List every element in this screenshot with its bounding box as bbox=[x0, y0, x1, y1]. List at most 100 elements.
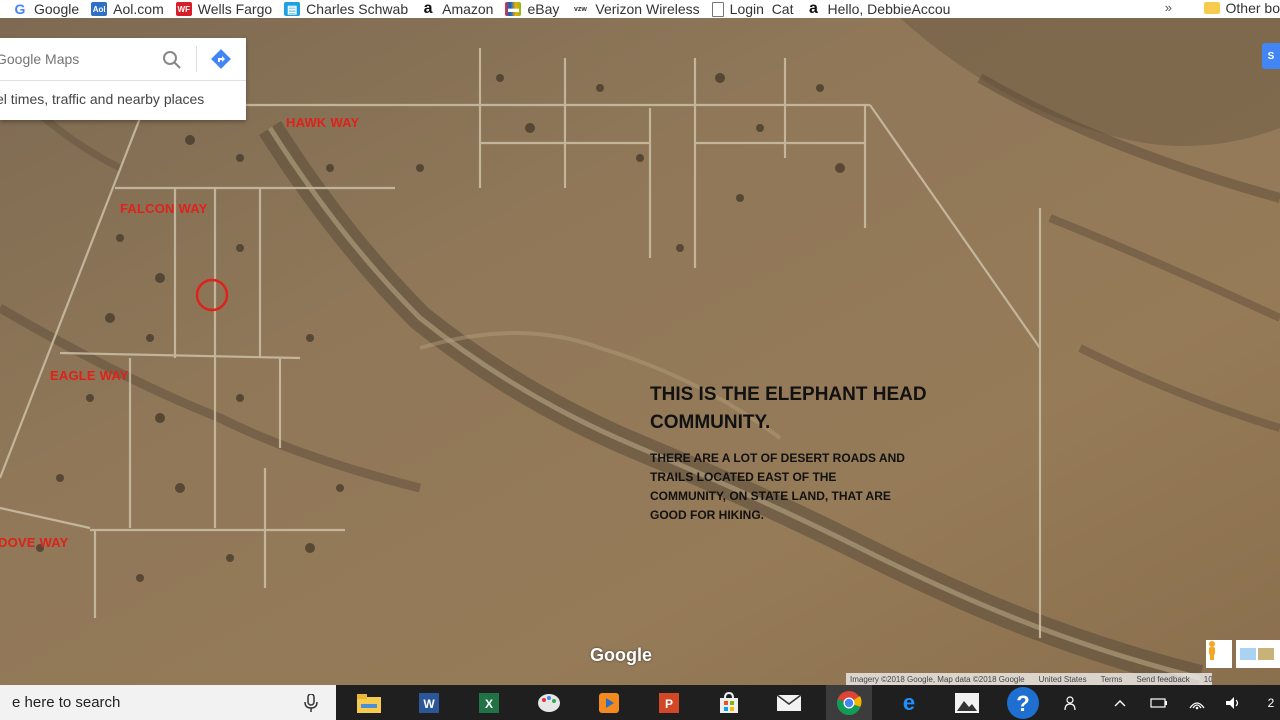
store-icon bbox=[720, 691, 738, 713]
directions-icon[interactable] bbox=[210, 48, 232, 70]
tray-volume[interactable] bbox=[1220, 685, 1246, 720]
battery-icon bbox=[1150, 697, 1167, 708]
microphone-icon[interactable] bbox=[304, 694, 318, 712]
map-attribution: Imagery ©2018 Google, Map data ©2018 Goo… bbox=[846, 673, 1212, 685]
taskbar-excel[interactable]: X bbox=[466, 685, 512, 720]
aol-icon: Aol bbox=[91, 2, 108, 16]
help-icon: ? bbox=[1007, 686, 1039, 719]
bookmark-aol[interactable]: Aol Aol.com bbox=[91, 1, 164, 17]
taskbar-help[interactable]: ? bbox=[1000, 685, 1046, 720]
map-layer-thumb-icon bbox=[1240, 648, 1256, 660]
street-label-falcon: FALCON WAY bbox=[120, 201, 208, 216]
street-view-pegman[interactable] bbox=[1206, 640, 1232, 668]
verizon-icon: vzw bbox=[573, 5, 587, 13]
imagery-credit: Imagery ©2018 Google, Map data ©2018 Goo… bbox=[850, 674, 1025, 684]
bookmark-label: Charles Schwab bbox=[306, 1, 409, 17]
taskbar-store[interactable] bbox=[706, 685, 752, 720]
svg-text:P: P bbox=[665, 697, 673, 711]
search-input[interactable] bbox=[0, 50, 148, 68]
bookmark-label: Aol.com bbox=[113, 1, 164, 17]
tray-overflow[interactable] bbox=[1108, 685, 1132, 720]
other-bookmarks-folder[interactable]: Other bo bbox=[1203, 0, 1280, 16]
bookmarks-bar: G Google Aol Aol.com WF Wells Fargo ▤ Ch… bbox=[0, 0, 1280, 18]
bookmark-label: Verizon Wireless bbox=[595, 1, 700, 17]
street-label-eagle: EAGLE WAY bbox=[50, 368, 129, 383]
send-feedback-link[interactable]: Send feedback bbox=[1136, 675, 1189, 684]
edge-icon: e bbox=[903, 691, 915, 715]
street-label-dove: DOVE WAY bbox=[0, 535, 69, 550]
mail-icon bbox=[776, 693, 802, 711]
taskbar-search-text: e here to search bbox=[12, 694, 121, 711]
scale-label[interactable]: 1000 ft bbox=[1204, 675, 1212, 684]
bookmark-google[interactable]: G Google bbox=[12, 1, 80, 17]
taskbar-media-player[interactable] bbox=[586, 685, 632, 720]
wifi-icon bbox=[1189, 701, 1205, 709]
bookmark-label: eBay bbox=[527, 1, 560, 17]
media-player-icon bbox=[599, 692, 619, 713]
annotation-title: THIS IS THE ELEPHANT HEAD COMMUNITY. bbox=[650, 384, 927, 433]
svg-text:?: ? bbox=[1016, 691, 1029, 716]
schwab-icon: ▤ bbox=[284, 2, 301, 16]
bookmark-label: Amazon bbox=[442, 1, 494, 17]
taskbar-mail[interactable] bbox=[766, 685, 812, 720]
sign-in-button[interactable]: S bbox=[1262, 43, 1280, 69]
taskbar-file-explorer[interactable] bbox=[346, 685, 392, 720]
wells-fargo-icon: WF bbox=[175, 2, 192, 16]
bookmark-hello-debbie[interactable]: a Hello, DebbieAccou bbox=[805, 0, 951, 17]
bookmark-verizon[interactable]: vzw Verizon Wireless bbox=[571, 1, 700, 17]
pegman-icon bbox=[1209, 641, 1215, 660]
terrain-layer-thumb-icon bbox=[1258, 648, 1274, 660]
bookmark-label: Hello, DebbieAccou bbox=[827, 1, 951, 17]
tray-wifi[interactable] bbox=[1184, 685, 1210, 720]
tray-battery[interactable] bbox=[1146, 685, 1172, 720]
bookmark-wells-fargo[interactable]: WF Wells Fargo bbox=[175, 1, 273, 17]
word-icon: W bbox=[419, 692, 439, 713]
photos-icon bbox=[955, 692, 979, 713]
svg-text:e: e bbox=[903, 691, 915, 715]
svg-text:X: X bbox=[485, 697, 493, 711]
taskbar-photos[interactable] bbox=[944, 685, 990, 720]
other-bookmarks-label: Other bo bbox=[1225, 0, 1280, 16]
tray-clock[interactable]: 2 bbox=[1262, 685, 1280, 720]
bookmark-charles-schwab[interactable]: ▤ Charles Schwab bbox=[284, 1, 408, 17]
bookmark-login-cat[interactable]: Login Cat bbox=[711, 1, 794, 17]
page-icon bbox=[711, 1, 724, 17]
taskbar-paint[interactable] bbox=[526, 685, 572, 720]
amazon-icon: a bbox=[423, 0, 433, 17]
google-logo: Google bbox=[590, 645, 652, 665]
taskbar-word[interactable]: W bbox=[406, 685, 452, 720]
windows-taskbar: e here to search W X P e ? 2 bbox=[0, 685, 1280, 720]
excel-icon: X bbox=[479, 692, 499, 713]
amazon-icon: a bbox=[809, 0, 818, 17]
taskbar-search-box[interactable]: e here to search bbox=[0, 685, 336, 720]
powerpoint-icon: P bbox=[659, 692, 679, 713]
bookmark-label: Google bbox=[34, 1, 80, 17]
people-icon bbox=[1064, 695, 1076, 710]
taskbar-edge[interactable]: e bbox=[886, 685, 932, 720]
bookmark-ebay[interactable]: ▬ eBay bbox=[505, 1, 559, 17]
bookmarks-overflow-button[interactable]: » bbox=[1165, 0, 1172, 15]
bookmark-label: Login Cat bbox=[729, 1, 794, 17]
taskbar-chrome[interactable] bbox=[826, 685, 872, 720]
maps-search-panel: el times, traffic and nearby places bbox=[0, 38, 246, 120]
volume-icon bbox=[1226, 696, 1239, 709]
chevron-up-icon bbox=[1114, 699, 1126, 706]
chrome-icon bbox=[837, 690, 862, 715]
google-g-icon: G bbox=[14, 1, 26, 17]
tray-people[interactable] bbox=[1058, 685, 1086, 720]
folder-icon bbox=[1203, 2, 1220, 14]
terms-link[interactable]: Terms bbox=[1101, 675, 1123, 684]
file-explorer-icon bbox=[357, 693, 381, 713]
taskbar-powerpoint[interactable]: P bbox=[646, 685, 692, 720]
annotation-body: THERE ARE A LOT OF DESERT ROADS AND TRAI… bbox=[650, 451, 905, 522]
ebay-icon: ▬ bbox=[505, 2, 522, 16]
region-label: United States bbox=[1038, 674, 1087, 684]
layers-toggle[interactable] bbox=[1236, 640, 1280, 668]
svg-text:W: W bbox=[423, 697, 435, 711]
bookmark-amazon[interactable]: a Amazon bbox=[420, 0, 494, 17]
search-icon[interactable] bbox=[160, 48, 184, 72]
paint-icon bbox=[538, 693, 560, 712]
divider bbox=[196, 46, 197, 72]
search-hint-text: el times, traffic and nearby places bbox=[0, 91, 205, 107]
bookmark-label: Wells Fargo bbox=[197, 1, 273, 17]
